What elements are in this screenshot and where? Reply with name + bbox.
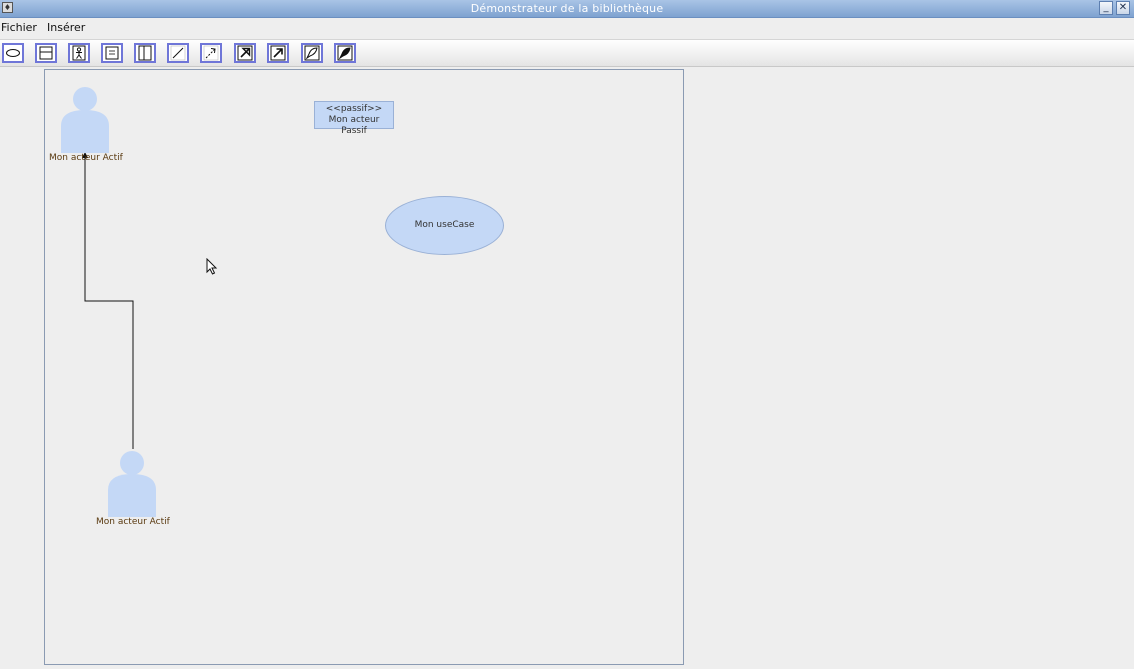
passive-stereotype: <<passif>> bbox=[325, 104, 383, 114]
actor-label: Mon acteur Actif bbox=[96, 517, 170, 527]
mouse-cursor-icon bbox=[206, 258, 218, 275]
minimize-button[interactable]: _ bbox=[1099, 1, 1113, 15]
close-button[interactable]: ✕ bbox=[1116, 1, 1130, 15]
passive-actor-label: Mon acteur Passif bbox=[328, 115, 380, 136]
usecase-ellipse[interactable]: Mon useCase bbox=[385, 196, 504, 255]
actor-label: Mon acteur Actif bbox=[49, 153, 123, 163]
actor-figure[interactable] bbox=[107, 448, 157, 518]
usecase-label: Mon useCase bbox=[414, 220, 475, 230]
actor-figure[interactable] bbox=[60, 84, 110, 154]
passive-actor-box[interactable]: <<passif>> Mon acteur Passif bbox=[314, 101, 394, 136]
